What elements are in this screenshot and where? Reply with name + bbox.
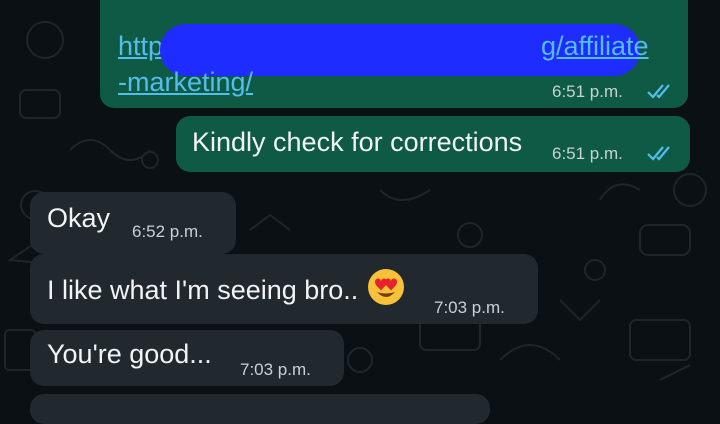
read-double-check-icon	[647, 84, 670, 99]
read-double-check-icon	[647, 146, 670, 161]
outgoing-message[interactable]: Kindly check for corrections 6:51 p.m.	[176, 116, 690, 172]
outgoing-message-link[interactable]: http g/affiliate -marketing/ 6:51 p.m.	[100, 0, 688, 108]
message-time: 6:51 p.m.	[552, 82, 623, 101]
message-text: Kindly check for corrections	[192, 127, 523, 157]
message-time: 6:51 p.m.	[552, 144, 623, 163]
message-time: 7:03 p.m.	[434, 298, 505, 317]
message-text: You're good...	[47, 339, 212, 369]
message-text: Okay	[47, 203, 111, 233]
incoming-message-partial[interactable]	[30, 394, 490, 424]
incoming-message[interactable]: Okay 6:52 p.m.	[30, 192, 236, 254]
message-time: 6:52 p.m.	[132, 222, 203, 241]
message-time: 7:03 p.m.	[240, 360, 311, 379]
smiling-face-with-heart-eyes-icon	[368, 269, 404, 305]
incoming-message[interactable]: You're good... 7:03 p.m.	[30, 330, 344, 386]
message-link-end[interactable]: g/affiliate	[541, 30, 649, 62]
message-link-start[interactable]: http	[118, 30, 163, 62]
message-link-line2[interactable]: -marketing/	[118, 66, 253, 98]
incoming-message[interactable]: I like what I'm seeing bro.. 7:03 p.m.	[30, 254, 538, 324]
message-text: I like what I'm seeing bro..	[47, 275, 359, 305]
